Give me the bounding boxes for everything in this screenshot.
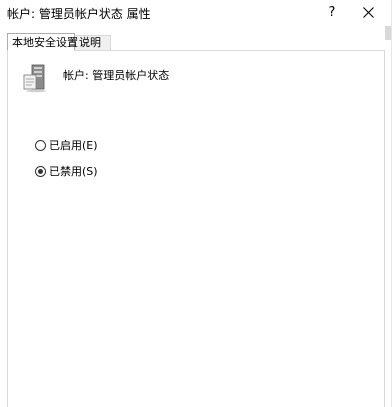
tab-local-security-setting[interactable]: 本地安全设置 [7, 33, 78, 51]
title-bar: 帐户: 管理员帐户状态 属性 ? [0, 0, 391, 26]
policy-name: 帐户: 管理员帐户状态 [63, 69, 170, 82]
close-icon [362, 7, 374, 18]
disabled-radio-option[interactable]: 已禁用(S) [35, 163, 98, 179]
tab-strip: 本地安全设置 说明 [0, 33, 391, 51]
tab-explain[interactable]: 说明 [75, 35, 111, 51]
disabled-label: 已禁用(S) [49, 165, 98, 178]
enabled-radio[interactable] [35, 139, 46, 151]
server-icon [23, 64, 46, 93]
properties-dialog: 帐户: 管理员帐户状态 属性 ? 本地安全设置 说明 帐户: 管理员帐户状态 已… [0, 0, 392, 407]
close-button[interactable] [354, 0, 382, 26]
help-button[interactable]: ? [320, 0, 344, 26]
window-title: 帐户: 管理员帐户状态 属性 [7, 7, 151, 21]
enabled-radio-option[interactable]: 已启用(E) [35, 137, 98, 153]
tab-panel: 帐户: 管理员帐户状态 已启用(E) 已禁用(S) [7, 50, 385, 407]
enabled-label: 已启用(E) [49, 139, 98, 152]
disabled-radio[interactable] [35, 165, 46, 177]
